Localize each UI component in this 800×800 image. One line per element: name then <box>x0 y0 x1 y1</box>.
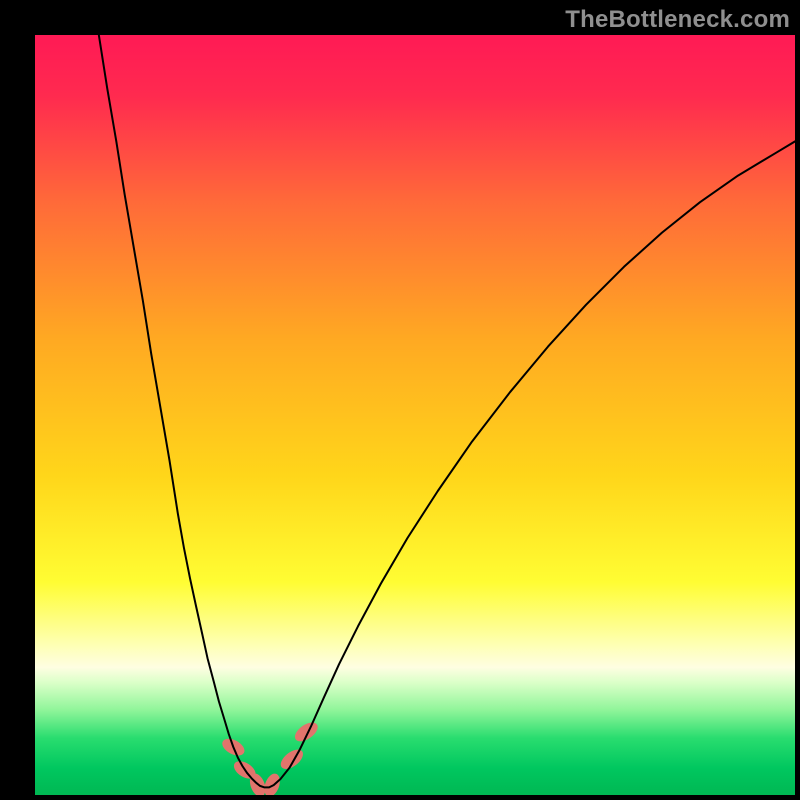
watermark-text: TheBottleneck.com <box>565 6 790 34</box>
chart-frame: TheBottleneck.com <box>0 0 800 800</box>
plot-area <box>35 35 795 795</box>
chart-canvas <box>35 35 795 795</box>
gradient-background <box>35 35 795 795</box>
